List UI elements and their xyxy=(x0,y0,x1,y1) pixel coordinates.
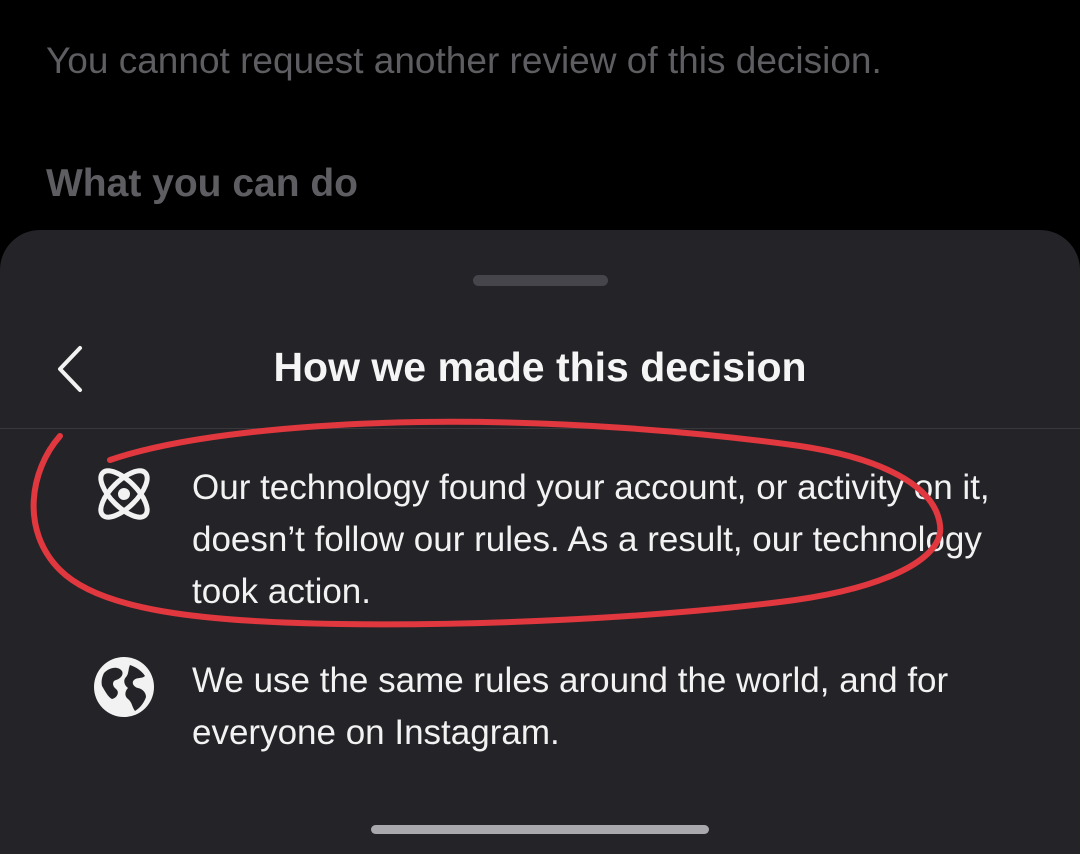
bottom-sheet: How we made this decision Our technology… xyxy=(0,230,1080,854)
what-you-can-do-heading: What you can do xyxy=(46,162,358,205)
screen: You cannot request another review of thi… xyxy=(0,0,1080,854)
reason-text: We use the same rules around the world, … xyxy=(192,661,949,752)
globe-icon xyxy=(90,653,158,721)
divider xyxy=(0,428,1080,429)
drag-handle[interactable] xyxy=(473,275,608,286)
sheet-title: How we made this decision xyxy=(273,344,807,390)
reason-text: Our technology found your account, or ac… xyxy=(192,468,990,611)
home-indicator[interactable] xyxy=(371,825,709,834)
atom-icon xyxy=(90,460,158,528)
review-notice-text: You cannot request another review of thi… xyxy=(46,40,882,81)
